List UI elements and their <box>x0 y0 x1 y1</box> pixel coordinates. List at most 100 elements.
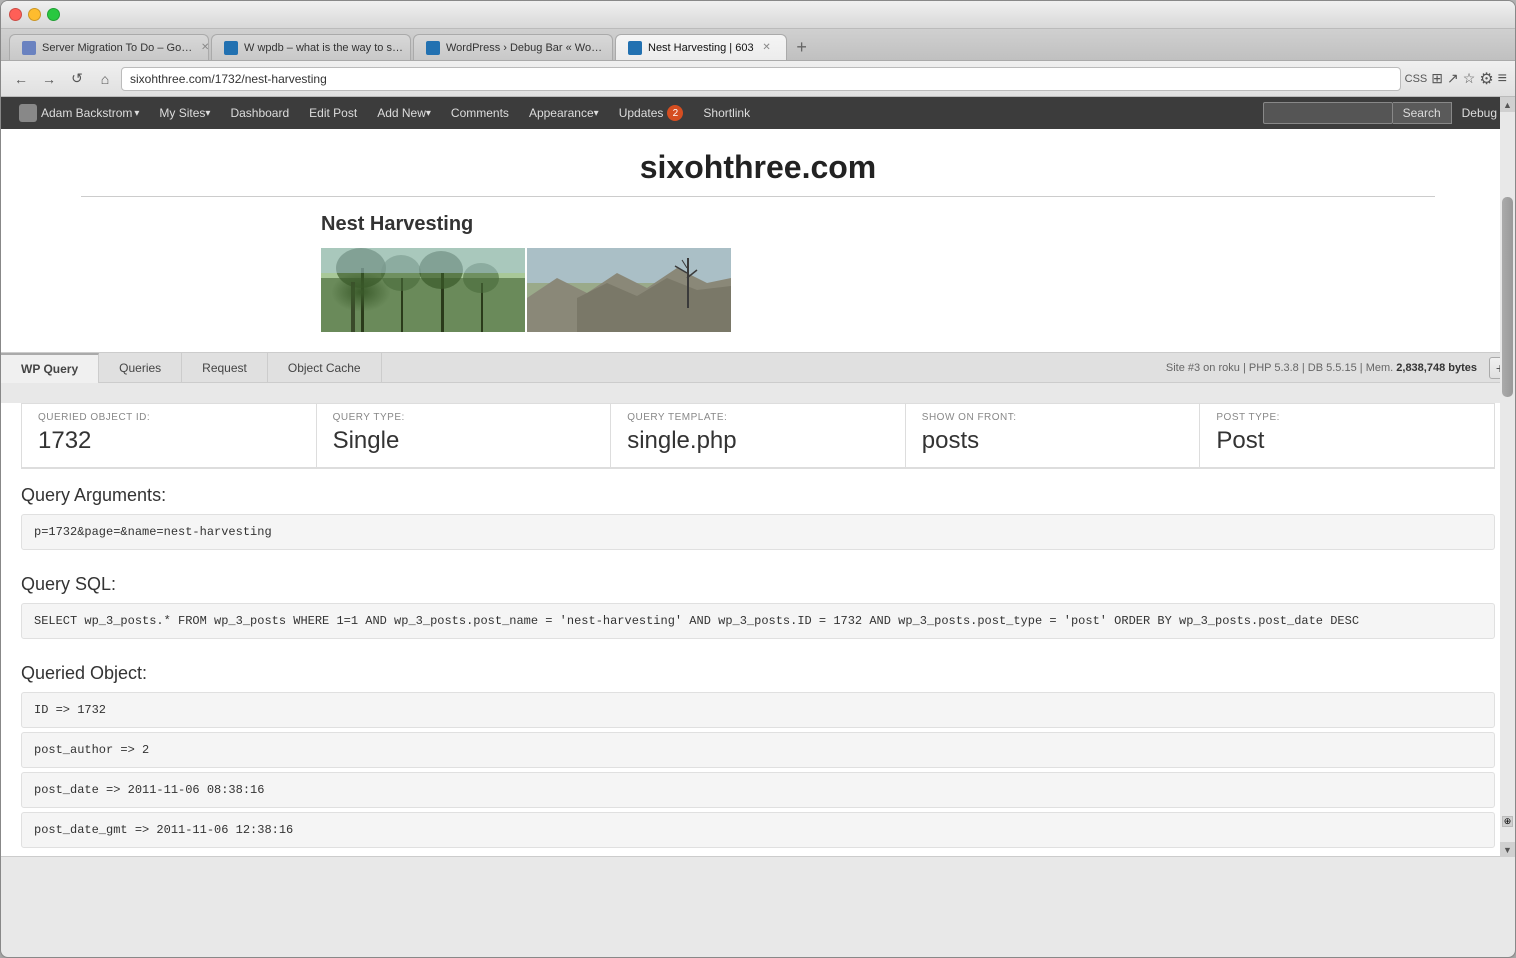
post-image-right-svg <box>527 248 731 332</box>
close-window-button[interactable] <box>9 8 22 21</box>
stat-label-4: POST TYPE: <box>1216 412 1478 423</box>
admin-bar-shortlink[interactable]: Shortlink <box>693 97 760 129</box>
admin-bar-comments[interactable]: Comments <box>441 97 519 129</box>
admin-bar-appearance[interactable]: Appearance <box>519 97 609 129</box>
browser-tab-3[interactable]: WordPress › Debug Bar « Wo… ✕ <box>413 34 613 60</box>
stat-queried-object-id: QUERIED OBJECT ID: 1732 <box>21 403 316 468</box>
tab-close-1[interactable]: ✕ <box>198 41 209 55</box>
bookmark-icon[interactable]: ☆ <box>1463 70 1476 87</box>
extensions-icon[interactable]: ⚙ <box>1479 69 1493 89</box>
site-title: sixohthree.com <box>41 149 1475 186</box>
queried-object-field-0: ID => 1732 <box>21 692 1495 728</box>
scrollbar-resize-handle[interactable]: ⊕ <box>1502 816 1513 827</box>
traffic-lights <box>9 8 60 21</box>
stat-label-3: SHOW ON FRONT: <box>922 412 1184 423</box>
debug-tab-request[interactable]: Request <box>182 353 268 383</box>
stat-value-4: Post <box>1216 427 1478 455</box>
debug-tab-queries-label: Queries <box>119 361 161 375</box>
stat-value-3: posts <box>922 427 1184 455</box>
query-sql-value: SELECT wp_3_posts.* FROM wp_3_posts WHER… <box>21 603 1495 639</box>
admin-bar-debug[interactable]: Debug <box>1452 97 1507 129</box>
tab-label-4: Nest Harvesting | 603 <box>648 42 754 54</box>
scrollbar-arrow-down[interactable]: ▼ <box>1500 842 1515 857</box>
stat-query-type: QUERY TYPE: Single <box>316 403 611 468</box>
admin-bar-edit-post[interactable]: Edit Post <box>299 97 367 129</box>
debug-tab-request-label: Request <box>202 361 247 375</box>
maximize-window-button[interactable] <box>47 8 60 21</box>
shortlink-label: Shortlink <box>703 106 750 120</box>
debug-tab-object-cache[interactable]: Object Cache <box>268 353 382 383</box>
tab-close-4[interactable]: ✕ <box>760 41 774 55</box>
appearance-label: Appearance <box>529 106 594 120</box>
forward-button[interactable]: → <box>37 67 61 91</box>
debug-tab-object-cache-label: Object Cache <box>288 361 361 375</box>
debug-bar: WP Query Queries Request Object Cache Si… <box>1 352 1515 857</box>
nav-icons: CSS ⊞ ↗ ☆ ⚙ ≡ <box>1405 69 1507 89</box>
post-image-left-svg <box>321 248 525 332</box>
stat-post-type: POST TYPE: Post <box>1199 403 1495 468</box>
grid-icon[interactable]: ⊞ <box>1431 70 1443 87</box>
admin-bar-updates[interactable]: Updates 2 <box>609 97 694 129</box>
title-bar <box>1 1 1515 29</box>
stat-label-2: QUERY TEMPLATE: <box>627 412 889 423</box>
stat-label-1: QUERY TYPE: <box>333 412 595 423</box>
post-images <box>321 248 1475 332</box>
home-button[interactable]: ⌂ <box>93 67 117 91</box>
tab-close-3[interactable]: ✕ <box>608 41 613 55</box>
browser-tab-4[interactable]: Nest Harvesting | 603 ✕ <box>615 34 787 60</box>
admin-bar-add-new[interactable]: Add New <box>367 97 441 129</box>
tab-favicon-3 <box>426 41 440 55</box>
new-tab-button[interactable]: + <box>789 34 815 60</box>
debug-tabs: WP Query Queries Request Object Cache Si… <box>1 353 1515 383</box>
scrollbar-thumb[interactable] <box>1502 197 1513 397</box>
debug-content: QUERIED OBJECT ID: 1732 QUERY TYPE: Sing… <box>1 403 1515 856</box>
debug-tab-wp-query[interactable]: WP Query <box>1 353 99 383</box>
admin-bar-my-sites[interactable]: My Sites <box>149 97 220 129</box>
stat-label-0: QUERIED OBJECT ID: <box>38 412 300 423</box>
scrollbar-arrow-up[interactable]: ▲ <box>1500 97 1515 112</box>
query-sql-title: Query SQL: <box>21 574 1495 595</box>
admin-bar-user[interactable]: Adam Backstrom ▾ <box>9 97 149 129</box>
tab-label-1: Server Migration To Do – Go… <box>42 42 192 54</box>
site-header: sixohthree.com Nest Harvesting <box>1 129 1515 352</box>
wp-admin-bar: Adam Backstrom ▾ My Sites Dashboard Edit… <box>1 97 1515 129</box>
tab-close-2[interactable]: ✕ <box>409 41 411 55</box>
site-divider <box>81 196 1435 197</box>
back-button[interactable]: ← <box>9 67 33 91</box>
debug-mem-value: 2,838,748 bytes <box>1396 362 1477 374</box>
tab-favicon-2 <box>224 41 238 55</box>
tab-favicon-1 <box>22 41 36 55</box>
tab-favicon-4 <box>628 41 642 55</box>
minimize-window-button[interactable] <box>28 8 41 21</box>
admin-bar-dashboard[interactable]: Dashboard <box>220 97 299 129</box>
address-bar[interactable]: sixohthree.com/1732/nest-harvesting <box>121 67 1401 91</box>
debug-label: Debug <box>1462 106 1497 120</box>
css-label: CSS <box>1405 73 1428 85</box>
post-title: Nest Harvesting <box>321 213 1475 236</box>
edit-post-label: Edit Post <box>309 106 357 120</box>
post-image-left <box>321 248 525 332</box>
debug-mem-label: Mem. <box>1366 362 1394 374</box>
query-sql-section: Query SQL: SELECT wp_3_posts.* FROM wp_3… <box>1 558 1515 647</box>
wp-search-input[interactable] <box>1263 102 1393 124</box>
dashboard-label: Dashboard <box>230 106 289 120</box>
post-image-right <box>527 248 731 332</box>
stat-show-on-front: SHOW ON FRONT: posts <box>905 403 1200 468</box>
browser-tab-2[interactable]: W wpdb – what is the way to s… ✕ <box>211 34 411 60</box>
debug-tab-queries[interactable]: Queries <box>99 353 182 383</box>
reload-button[interactable]: ↺ <box>65 67 89 91</box>
queried-object-title: Queried Object: <box>21 663 1495 684</box>
debug-tab-wp-query-label: WP Query <box>21 362 78 376</box>
debug-meta: Site #3 on roku | PHP 5.3.8 | DB 5.5.15 … <box>1154 362 1489 374</box>
share-icon[interactable]: ↗ <box>1447 70 1459 87</box>
browser-tab-1[interactable]: Server Migration To Do – Go… ✕ <box>9 34 209 60</box>
stat-value-1: Single <box>333 427 595 455</box>
stat-query-template: QUERY TEMPLATE: single.php <box>610 403 905 468</box>
user-name: Adam Backstrom <box>41 106 132 120</box>
nav-bar: ← → ↺ ⌂ sixohthree.com/1732/nest-harvest… <box>1 61 1515 97</box>
wp-search-button[interactable]: Search <box>1393 102 1452 124</box>
query-arguments-title: Query Arguments: <box>21 485 1495 506</box>
menu-icon[interactable]: ≡ <box>1498 70 1507 88</box>
debug-db: DB 5.5.15 <box>1308 362 1357 374</box>
my-sites-label: My Sites <box>159 106 205 120</box>
